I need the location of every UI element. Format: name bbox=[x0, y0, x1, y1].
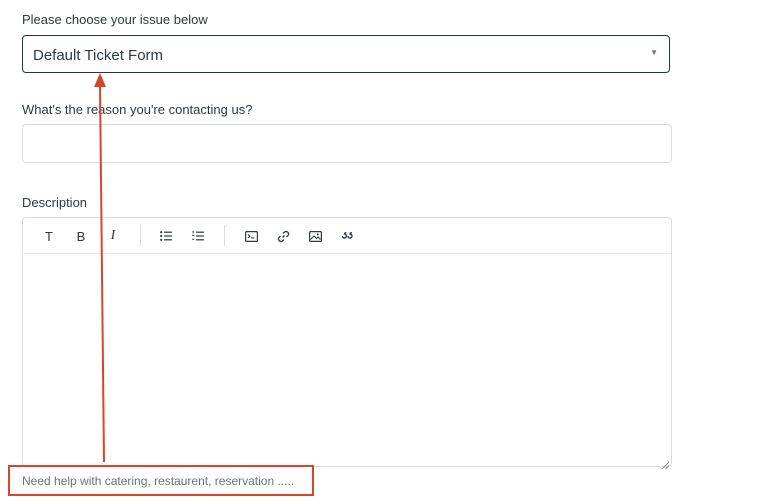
annotation-arrow-icon bbox=[94, 73, 106, 463]
